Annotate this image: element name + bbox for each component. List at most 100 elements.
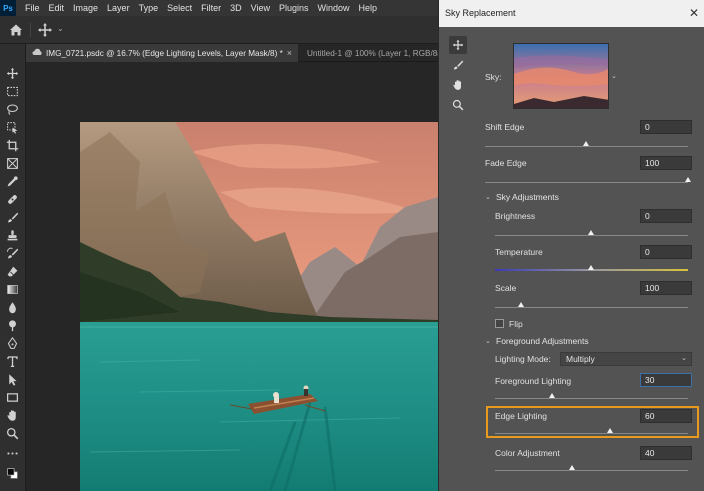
brightness-label: Brightness	[495, 211, 536, 221]
scale-slider[interactable]	[517, 302, 524, 307]
menu-type[interactable]: Type	[139, 3, 159, 13]
menu-window[interactable]: Window	[318, 3, 350, 13]
move-icon[interactable]	[4, 66, 20, 80]
lasso-icon[interactable]	[4, 102, 20, 116]
type-icon[interactable]	[4, 354, 20, 368]
options-divider	[30, 23, 31, 37]
fade-edge-track[interactable]	[485, 182, 688, 183]
menu-filter[interactable]: Filter	[201, 3, 221, 13]
brightness-input[interactable]: 0	[640, 209, 692, 223]
eraser-icon[interactable]	[4, 264, 20, 278]
menu-help[interactable]: Help	[359, 3, 378, 13]
color-adjustment-label: Color Adjustment	[495, 448, 560, 458]
close-icon[interactable]: ✕	[689, 6, 699, 20]
color-swatches-icon[interactable]	[4, 466, 20, 480]
sky-replacement-dialog: Sky Replacement ✕ Sky: ⌄ Shift Edge 0 Fa…	[438, 0, 704, 491]
chevron-down-icon: ⌄	[681, 355, 687, 362]
home-icon[interactable]	[8, 22, 24, 38]
shift-edge-slider[interactable]	[583, 141, 589, 146]
eyedropper-icon[interactable]	[4, 174, 20, 188]
foreground-lighting-track[interactable]	[495, 398, 688, 399]
temperature-label: Temperature	[495, 247, 543, 257]
dialog-body: Sky: ⌄ Shift Edge 0 Fade Edge 100 ⌄ Sky …	[477, 34, 704, 491]
move-sky-icon[interactable]	[449, 36, 467, 54]
menu-3d[interactable]: 3D	[230, 3, 242, 13]
brightness-slider[interactable]	[588, 230, 594, 235]
menu-edit[interactable]: Edit	[49, 3, 65, 13]
fade-edge-label: Fade Edge	[485, 158, 527, 168]
foreground-lighting-input[interactable]: 30	[640, 373, 692, 387]
hand-icon[interactable]	[449, 76, 467, 94]
menu-view[interactable]: View	[251, 3, 270, 13]
menu-select[interactable]: Select	[167, 3, 192, 13]
temperature-slider[interactable]	[588, 265, 594, 270]
sky-brush-icon[interactable]	[449, 56, 467, 74]
flip-checkbox[interactable]	[495, 319, 504, 328]
history-brush-icon[interactable]	[4, 246, 20, 260]
edge-lighting-input[interactable]: 60	[640, 409, 692, 423]
brightness-track[interactable]	[495, 235, 688, 236]
shift-edge-label: Shift Edge	[485, 122, 525, 132]
fade-edge-slider[interactable]	[684, 177, 691, 182]
close-tab-icon[interactable]: ×	[287, 48, 292, 58]
marquee-icon[interactable]	[4, 84, 20, 98]
tools-panel	[0, 44, 26, 491]
more-icon[interactable]	[4, 446, 20, 460]
menu-file[interactable]: File	[25, 3, 40, 13]
healing-icon[interactable]	[4, 192, 20, 206]
scale-input[interactable]: 100	[640, 281, 692, 295]
color-adjustment-slider[interactable]	[568, 465, 575, 470]
foreground-adjustments-header[interactable]: Foreground Adjustments	[496, 336, 589, 346]
canvas-area[interactable]	[26, 62, 438, 491]
menu-layer[interactable]: Layer	[107, 3, 130, 13]
tab-img-0721[interactable]: IMG_0721.psdc @ 16.7% (Edge Lighting Lev…	[26, 44, 298, 62]
hand-icon[interactable]	[4, 408, 20, 422]
zoom-icon[interactable]	[449, 96, 467, 114]
crop-icon[interactable]	[4, 138, 20, 152]
foreground-lighting-label: Foreground Lighting	[495, 376, 572, 386]
document-tab-bar: IMG_0721.psdc @ 16.7% (Edge Lighting Lev…	[26, 44, 438, 62]
tab-label: IMG_0721.psdc @ 16.7% (Edge Lighting Lev…	[46, 48, 283, 58]
pen-icon[interactable]	[4, 336, 20, 350]
scale-label: Scale	[495, 283, 517, 293]
gradient-icon[interactable]	[4, 282, 20, 296]
dialog-title-bar[interactable]: Sky Replacement ✕	[439, 0, 704, 27]
chevron-down-icon[interactable]: ⌄	[485, 193, 493, 201]
blur-icon[interactable]	[4, 300, 20, 314]
frame-icon[interactable]	[4, 156, 20, 170]
edge-lighting-slider[interactable]	[607, 428, 614, 433]
path-select-icon[interactable]	[4, 372, 20, 386]
menu-plugins[interactable]: Plugins	[279, 3, 309, 13]
shift-edge-track[interactable]	[485, 146, 688, 147]
rectangle-icon[interactable]	[4, 390, 20, 404]
fade-edge-input[interactable]: 100	[640, 156, 692, 170]
edge-lighting-track[interactable]	[495, 433, 688, 434]
chevron-down-icon[interactable]: ⌄	[57, 24, 64, 33]
scale-track[interactable]	[495, 307, 688, 308]
sky-preset-thumbnail[interactable]	[513, 43, 609, 109]
dialog-title: Sky Replacement	[445, 8, 516, 18]
brush-icon[interactable]	[4, 210, 20, 224]
color-adjustment-track[interactable]	[495, 470, 688, 471]
move-tool-preset-icon[interactable]	[37, 22, 53, 38]
color-adjustment-input[interactable]: 40	[640, 446, 692, 460]
lighting-mode-select[interactable]: Multiply ⌄	[560, 352, 692, 366]
menu-image[interactable]: Image	[73, 3, 98, 13]
object-select-icon[interactable]	[4, 120, 20, 134]
zoom-icon[interactable]	[4, 426, 20, 440]
chevron-down-icon[interactable]: ⌄	[485, 337, 493, 345]
lighting-mode-value: Multiply	[566, 354, 595, 364]
dodge-icon[interactable]	[4, 318, 20, 332]
foreground-lighting-slider[interactable]	[549, 393, 556, 398]
stamp-icon[interactable]	[4, 228, 20, 242]
edge-lighting-label: Edge Lighting	[495, 411, 547, 421]
temperature-input[interactable]: 0	[640, 245, 692, 259]
lighting-mode-label: Lighting Mode:	[495, 354, 551, 364]
document-image[interactable]	[80, 122, 438, 491]
shift-edge-input[interactable]: 0	[640, 120, 692, 134]
sky-adjustments-header[interactable]: Sky Adjustments	[496, 192, 559, 202]
tab-label: Untitled-1 @ 100% (Layer 1, RGB/8#	[307, 48, 438, 58]
tab-untitled-1[interactable]: Untitled-1 @ 100% (Layer 1, RGB/8#	[301, 44, 438, 62]
cloud-document-icon	[32, 48, 42, 58]
chevron-down-icon[interactable]: ⌄	[611, 72, 617, 80]
